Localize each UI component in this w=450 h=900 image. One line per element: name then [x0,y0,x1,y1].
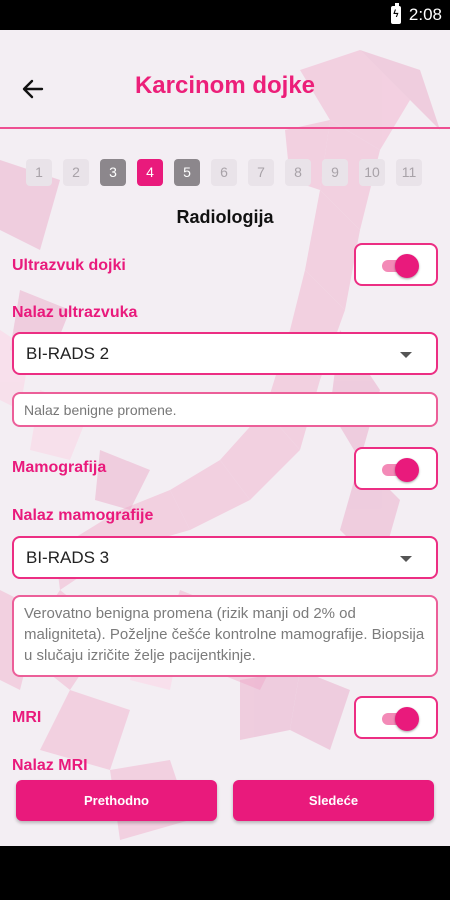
ultrasound-toggle-label: Ultrazvuk dojki [12,257,126,274]
mri-toggle-label: MRI [12,709,42,726]
step-6[interactable]: 6 [211,159,237,186]
step-3[interactable]: 3 [100,159,126,186]
step-5[interactable]: 5 [174,159,200,186]
mammography-toggle[interactable] [354,447,438,490]
toggle-knob [395,458,419,482]
step-8[interactable]: 8 [285,159,311,186]
step-11[interactable]: 11 [396,159,422,186]
mri-toggle[interactable] [354,696,438,739]
step-10[interactable]: 10 [359,159,385,186]
status-bar: ϟ 2:08 [0,0,450,30]
status-indicators: ϟ 2:08 [390,3,442,25]
page-title: Karcinom dojke [134,72,316,99]
app-screen: Karcinom dojke 1 2 3 4 5 6 7 8 9 10 11 R… [0,30,450,846]
toggle-knob [395,254,419,278]
step-1[interactable]: 1 [26,159,52,186]
mri-result-label: Nalaz MRI [12,757,88,774]
ultrasound-toggle[interactable] [354,243,438,286]
mammography-toggle-label: Mamografija [12,459,107,476]
ultrasound-selected-value: BI-RADS 2 [26,344,110,363]
status-time: 2:08 [408,5,442,24]
toggle-knob [395,707,419,731]
ultrasound-result-label: Nalaz ultrazvuka [12,304,138,321]
app-header: Karcinom dojke [0,30,450,129]
dropdown-arrow-icon [400,556,412,562]
mammography-note: Verovatno benigna promena (rizik manji o… [12,595,438,677]
system-navigation-bar [0,846,450,900]
mammography-result-select[interactable]: BI-RADS 3 [12,536,438,579]
mammography-selected-value: BI-RADS 3 [26,548,110,567]
section-title: Radiologija [176,207,274,227]
next-button[interactable]: Sledeće [233,780,434,821]
step-indicator: 1 2 3 4 5 6 7 8 9 10 11 [26,159,422,186]
step-2[interactable]: 2 [63,159,89,186]
battery-charging-icon: ϟ [390,3,401,24]
dropdown-arrow-icon [400,352,412,358]
step-9[interactable]: 9 [322,159,348,186]
step-4[interactable]: 4 [137,159,163,186]
mammography-result-label: Nalaz mamografije [12,507,154,524]
step-7[interactable]: 7 [248,159,274,186]
ultrasound-note: Nalaz benigne promene. [12,392,438,427]
ultrasound-result-select[interactable]: BI-RADS 2 [12,332,438,375]
previous-button[interactable]: Prethodno [16,780,217,821]
